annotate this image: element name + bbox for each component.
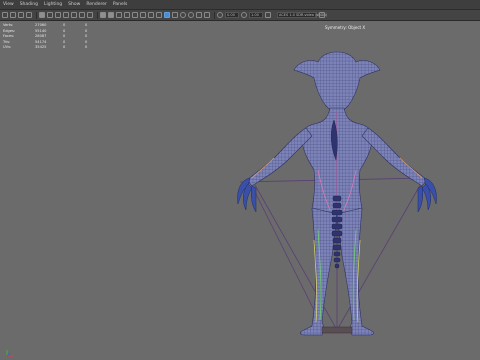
axis-gizmo-icon [6,350,14,357]
hud-label: UVs: [3,45,12,49]
hud-row: UVs: 35425 0 0 [3,45,107,51]
poly-count-hud: Verts: 27060 0 0 Edges: 55140 0 0 Faces:… [3,23,107,51]
symmetry-label: Symmetry: Object X [325,25,366,30]
maya-viewport-window: View Shading Lighting Show Renderer Pane… [0,0,480,360]
hud-value: 0 [85,45,88,49]
ground-locator[interactable] [321,326,353,334]
hud-value: 35425 [35,45,47,49]
viewport-canvas[interactable] [0,0,480,360]
hud-value: 0 [63,45,66,49]
